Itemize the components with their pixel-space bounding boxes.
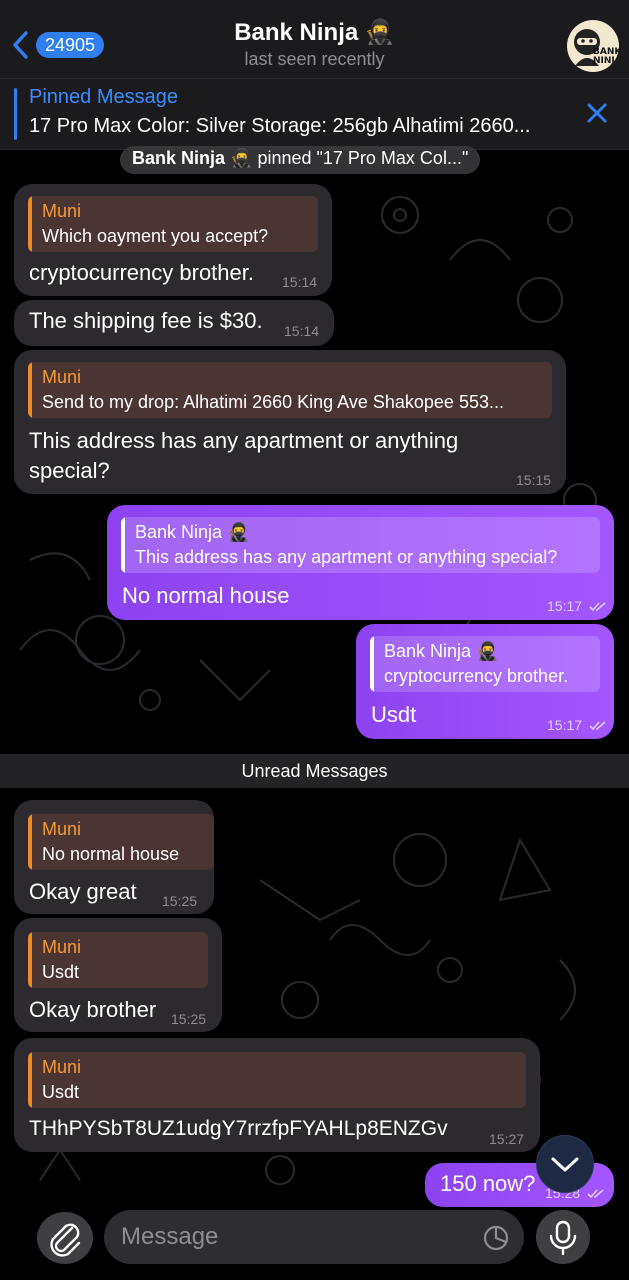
chat-title-area[interactable]: Bank Ninja 🥷 last seen recently xyxy=(150,18,479,70)
paperclip-icon xyxy=(50,1223,81,1257)
reply-author: Muni xyxy=(42,1057,82,1077)
service-text: pinned "17 Pro Max Col..." xyxy=(257,148,469,168)
voice-record-button[interactable] xyxy=(536,1210,590,1264)
service-actor: Bank Ninja 🥷 xyxy=(132,148,253,168)
message-time: 15:25 xyxy=(171,1011,207,1027)
pinned-text: 17 Pro Max Color: Silver Storage: 256gb … xyxy=(29,115,531,137)
reply-author: Bank Ninja 🥷 xyxy=(135,522,250,542)
reply-text: No normal house xyxy=(42,844,180,864)
scroll-to-bottom-button[interactable] xyxy=(536,1135,594,1193)
message-text: Okay brother xyxy=(29,997,157,1022)
unread-messages-divider: Unread Messages xyxy=(0,754,629,788)
reply-text: cryptocurrency brother. xyxy=(384,666,569,686)
reply-accent-line xyxy=(28,932,32,988)
reply-quote[interactable]: Muni Usdt xyxy=(28,1052,526,1108)
message-text: Usdt xyxy=(371,702,417,727)
reply-accent-line xyxy=(121,517,125,573)
close-icon[interactable] xyxy=(585,101,609,125)
reply-quote[interactable]: Bank Ninja 🥷 This address has any apartm… xyxy=(121,517,600,573)
back-button[interactable]: 24905 xyxy=(10,30,105,60)
reply-quote[interactable]: Muni Send to my drop: Alhatimi 2660 King… xyxy=(28,362,552,418)
double-check-icon xyxy=(589,602,606,612)
reply-quote[interactable]: Bank Ninja 🥷 cryptocurrency brother. xyxy=(370,636,600,692)
chevron-left-icon xyxy=(13,31,28,59)
message-bubble-outgoing[interactable]: Bank Ninja 🥷 cryptocurrency brother. Usd… xyxy=(356,624,614,739)
message-time: 15:27 xyxy=(489,1131,525,1147)
reply-author: Muni xyxy=(42,367,82,387)
chat-status: last seen recently xyxy=(244,49,385,69)
pinned-title: Pinned Message xyxy=(29,86,178,108)
message-time: 15:17 xyxy=(547,717,607,733)
message-text: 150 now? xyxy=(440,1171,536,1196)
avatar-label: BANK NINJA xyxy=(593,47,619,66)
reply-text: Usdt xyxy=(42,962,80,982)
service-message: Bank Ninja 🥷 pinned "17 Pro Max Col..." xyxy=(120,146,481,174)
reply-accent-line xyxy=(28,196,32,252)
pinned-indicator xyxy=(14,88,17,140)
reply-text: Usdt xyxy=(42,1082,80,1102)
reply-text: Send to my drop: Alhatimi 2660 King Ave … xyxy=(42,392,504,412)
message-time: 15:14 xyxy=(284,323,320,339)
reply-text: Which oayment you accept? xyxy=(42,226,269,246)
sticker-icon[interactable] xyxy=(482,1224,510,1252)
reply-quote[interactable]: Muni Usdt xyxy=(28,932,208,988)
reply-accent-line xyxy=(28,814,32,870)
reply-author: Muni xyxy=(42,937,82,957)
pinned-message-bar[interactable]: Pinned Message 17 Pro Max Color: Silver … xyxy=(0,79,629,150)
avatar[interactable]: BANK NINJA xyxy=(567,20,619,72)
message-bubble-outgoing[interactable]: Bank Ninja 🥷 This address has any apartm… xyxy=(107,505,614,620)
reply-accent-line xyxy=(28,1052,32,1108)
message-time: 15:25 xyxy=(162,893,198,909)
message-text: This address has any apartment or anythi… xyxy=(29,428,459,483)
message-bubble[interactable]: Muni Send to my drop: Alhatimi 2660 King… xyxy=(14,350,566,494)
message-time: 15:15 xyxy=(516,472,552,488)
double-check-icon xyxy=(589,721,606,731)
message-time: 15:14 xyxy=(282,274,318,290)
message-time: 15:17 xyxy=(547,598,607,614)
message-time-text: 15:17 xyxy=(547,717,583,733)
message-time-text: 15:17 xyxy=(547,598,583,614)
message-bubble[interactable]: Muni No normal house Okay great 15:25 xyxy=(14,800,214,914)
reply-text: This address has any apartment or anythi… xyxy=(135,547,558,567)
reply-author: Bank Ninja 🥷 xyxy=(384,641,499,661)
reply-author: Muni xyxy=(42,201,82,221)
message-bubble[interactable]: Muni Which oayment you accept? cryptocur… xyxy=(14,184,332,296)
message-text: The shipping fee is $30. xyxy=(29,308,263,333)
attach-button[interactable] xyxy=(37,1212,93,1264)
message-text: cryptocurrency brother. xyxy=(29,260,254,285)
message-input[interactable] xyxy=(104,1210,524,1264)
message-composer xyxy=(0,1200,629,1280)
chat-title: Bank Ninja 🥷 xyxy=(234,19,395,46)
chevron-down-icon xyxy=(551,1157,579,1172)
unread-count-badge: 24905 xyxy=(36,32,105,58)
reply-author: Muni xyxy=(42,819,82,839)
reply-accent-line xyxy=(370,636,374,692)
microphone-icon xyxy=(549,1220,577,1256)
message-text: No normal house xyxy=(122,583,290,608)
message-bubble[interactable]: The shipping fee is $30. 15:14 xyxy=(14,300,334,346)
message-text: THhPYSbT8UZ1udgY7rrzfpFYAHLp8ENZGv xyxy=(29,1117,448,1140)
message-bubble[interactable]: Muni Usdt THhPYSbT8UZ1udgY7rrzfpFYAHLp8E… xyxy=(14,1038,540,1152)
message-bubble[interactable]: Muni Usdt Okay brother 15:25 xyxy=(14,918,222,1032)
message-text: Okay great xyxy=(29,879,137,904)
reply-accent-line xyxy=(28,362,32,418)
reply-quote[interactable]: Muni Which oayment you accept? xyxy=(28,196,318,252)
reply-quote[interactable]: Muni No normal house xyxy=(28,814,214,870)
chat-header: 24905 Bank Ninja 🥷 last seen recently BA… xyxy=(0,0,629,79)
